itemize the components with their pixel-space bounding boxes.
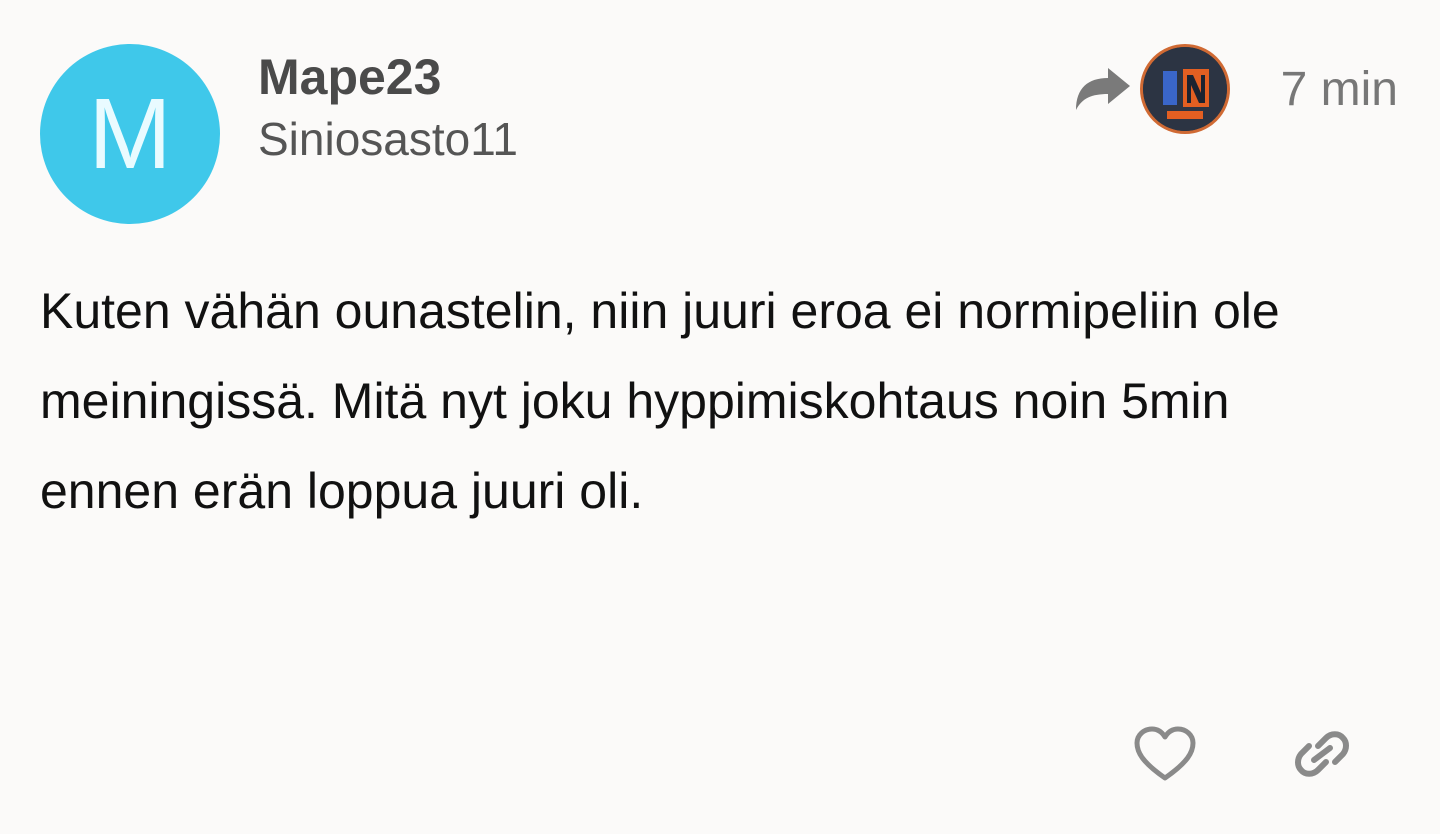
avatar-letter: M: [88, 78, 172, 190]
link-button[interactable]: [1292, 728, 1352, 780]
username[interactable]: Mape23: [258, 48, 441, 106]
like-button[interactable]: [1134, 726, 1196, 784]
post: M Mape23 Siniosasto11 7 min Kuten vähän …: [0, 0, 1440, 834]
avatar[interactable]: M: [40, 44, 220, 224]
link-icon: [1295, 731, 1349, 777]
heart-icon: [1134, 726, 1196, 781]
post-body: Kuten vähän ounastelin, niin juuri eroa …: [40, 266, 1340, 536]
reply-to-avatar[interactable]: [1140, 44, 1230, 134]
full-name: Siniosasto11: [258, 113, 518, 165]
reply-arrow-icon[interactable]: [1072, 64, 1132, 114]
post-body-text: Kuten vähän ounastelin, niin juuri eroa …: [40, 283, 1280, 519]
timestamp[interactable]: 7 min: [1281, 62, 1398, 117]
